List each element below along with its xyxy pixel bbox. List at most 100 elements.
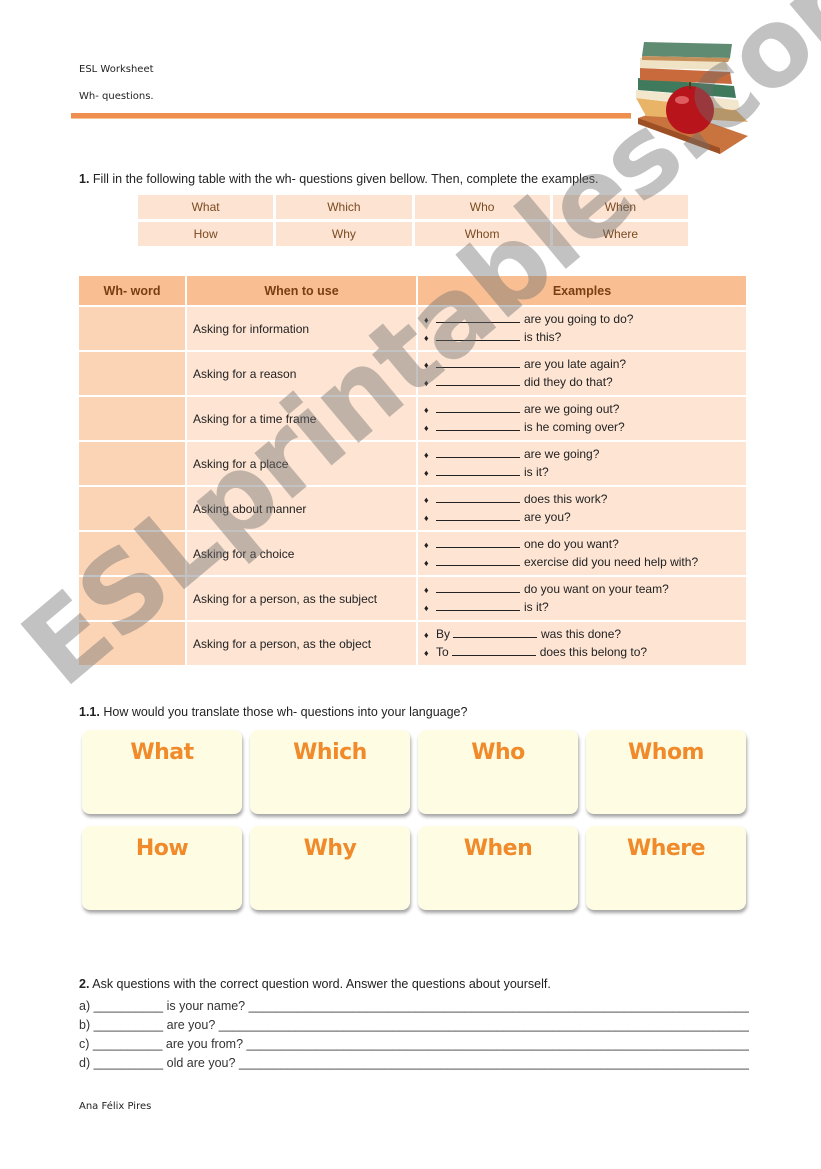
- translation-cards: What Which Who Whom How Why When Where: [82, 730, 746, 910]
- bullet-icon: ♦: [424, 602, 429, 613]
- wh-word-answer-cell[interactable]: [79, 487, 187, 532]
- table-row: Asking for a person, as the object ♦ By was…: [79, 622, 748, 667]
- card-word: What: [130, 740, 194, 765]
- example-blank[interactable]: [436, 311, 520, 323]
- example-blank[interactable]: [436, 446, 520, 458]
- answer-line[interactable]: ________________________________________…: [239, 1056, 749, 1070]
- section2-number: 2.: [79, 977, 90, 991]
- item-label: d): [79, 1056, 91, 1070]
- example-blank[interactable]: [436, 554, 520, 566]
- table-row: Asking for a time frame ♦ are we going out…: [79, 397, 748, 442]
- exercise-line[interactable]: d) __________ old are you? _____________…: [79, 1056, 749, 1070]
- example-blank[interactable]: [436, 374, 520, 386]
- when-to-use-cell: Asking for information: [187, 307, 418, 352]
- example-suffix: does this belong to?: [539, 644, 648, 659]
- section1-1-text: How would you translate those wh- questi…: [103, 705, 468, 719]
- example-suffix: are we going?: [524, 446, 600, 461]
- exercise-line[interactable]: a) __________ is your name? ____________…: [79, 999, 749, 1013]
- example-blank[interactable]: [436, 464, 520, 476]
- section1-number: 1.: [79, 172, 90, 186]
- exercise-line[interactable]: c) __________ are you from? ____________…: [79, 1037, 749, 1051]
- answer-line[interactable]: ________________________________________…: [219, 1018, 749, 1032]
- section2-instruction: 2. Ask questions with the correct questi…: [79, 977, 551, 991]
- translation-card[interactable]: What: [82, 730, 242, 814]
- books-with-apple-image: [636, 42, 748, 154]
- word-bank-item: Whom: [414, 222, 550, 246]
- example-blank[interactable]: [436, 419, 520, 431]
- example-blank[interactable]: [436, 581, 520, 593]
- when-to-use-cell: Asking for a person, as the subject: [187, 577, 418, 622]
- wh-word-answer-cell[interactable]: [79, 532, 187, 577]
- when-to-use-cell: Asking for a reason: [187, 352, 418, 397]
- exercise-line[interactable]: b) __________ are you? _________________…: [79, 1018, 749, 1032]
- example-line: ♦ are you going to do?: [424, 311, 745, 329]
- answer-blank[interactable]: __________: [94, 1018, 164, 1032]
- example-blank[interactable]: [436, 536, 520, 548]
- word-bank-item: Where: [552, 222, 688, 246]
- bullet-icon: ♦: [424, 539, 429, 550]
- bullet-icon: ♦: [424, 629, 429, 640]
- card-word: Which: [293, 740, 367, 765]
- wh-word-answer-cell[interactable]: [79, 352, 187, 397]
- translation-card[interactable]: Whom: [586, 730, 746, 814]
- examples-cell: ♦ are you late again? ♦ did they do that?: [418, 352, 748, 397]
- wh-word-answer-cell[interactable]: [79, 577, 187, 622]
- card-word: Who: [471, 740, 525, 765]
- section1-1-number: 1.1.: [79, 705, 100, 719]
- translation-card[interactable]: Who: [418, 730, 578, 814]
- example-blank[interactable]: [436, 401, 520, 413]
- column-header-examples: Examples: [418, 276, 748, 307]
- example-blank[interactable]: [436, 356, 520, 368]
- when-to-use-cell: Asking about manner: [187, 487, 418, 532]
- answer-line[interactable]: ________________________________________…: [249, 999, 749, 1013]
- answer-blank[interactable]: __________: [94, 1056, 164, 1070]
- translation-card[interactable]: Which: [250, 730, 410, 814]
- examples-cell: ♦ does this work? ♦ are you?: [418, 487, 748, 532]
- example-suffix: does this work?: [524, 491, 608, 506]
- answer-blank[interactable]: __________: [93, 1037, 163, 1051]
- bullet-icon: ♦: [424, 449, 429, 460]
- examples-cell: ♦ By was this done? ♦ To does this belong to?: [418, 622, 748, 667]
- example-blank[interactable]: [453, 626, 538, 638]
- item-label: b): [79, 1018, 91, 1032]
- when-to-use-cell: Asking for a time frame: [187, 397, 418, 442]
- worksheet-topic: Wh- questions.: [79, 91, 154, 102]
- wh-word-answer-cell[interactable]: [79, 442, 187, 487]
- word-bank-item: What: [138, 195, 274, 219]
- item-question: are you from?: [165, 1037, 244, 1051]
- bullet-icon: ♦: [424, 359, 429, 370]
- wh-word-answer-cell[interactable]: [79, 622, 187, 667]
- example-blank[interactable]: [436, 599, 520, 611]
- bullet-icon: ♦: [424, 647, 429, 658]
- example-line: ♦ did they do that?: [424, 374, 745, 392]
- example-line: ♦ is it?: [424, 599, 745, 617]
- section1-text: Fill in the following table with the wh-…: [92, 172, 599, 186]
- translation-card[interactable]: Where: [586, 826, 746, 910]
- item-label: c): [79, 1037, 90, 1051]
- example-suffix: is this?: [524, 329, 562, 344]
- wh-word-answer-cell[interactable]: [79, 307, 187, 352]
- example-blank[interactable]: [451, 644, 536, 656]
- word-bank-item: Who: [414, 195, 550, 219]
- word-bank-item: How: [138, 222, 274, 246]
- table-row: Asking about manner ♦ does this work? ♦ are …: [79, 487, 748, 532]
- card-word: Why: [303, 836, 357, 861]
- translation-card[interactable]: Why: [250, 826, 410, 910]
- example-blank[interactable]: [436, 329, 520, 341]
- bullet-icon: ♦: [424, 332, 429, 343]
- example-line: ♦ does this work?: [424, 491, 745, 509]
- answer-line[interactable]: ________________________________________…: [247, 1037, 749, 1051]
- word-bank-item: Why: [276, 222, 412, 246]
- column-header-when-to-use: When to use: [187, 276, 418, 307]
- example-line: ♦ is this?: [424, 329, 745, 347]
- wh-word-answer-cell[interactable]: [79, 397, 187, 442]
- examples-cell: ♦ are we going out? ♦ is he coming over?: [418, 397, 748, 442]
- bullet-icon: ♦: [424, 494, 429, 505]
- example-blank[interactable]: [436, 509, 520, 521]
- translation-card[interactable]: When: [418, 826, 578, 910]
- section1-instruction: 1. Fill in the following table with the …: [79, 172, 599, 186]
- example-suffix: was this done?: [541, 626, 622, 641]
- answer-blank[interactable]: __________: [94, 999, 164, 1013]
- translation-card[interactable]: How: [82, 826, 242, 910]
- example-blank[interactable]: [436, 491, 520, 503]
